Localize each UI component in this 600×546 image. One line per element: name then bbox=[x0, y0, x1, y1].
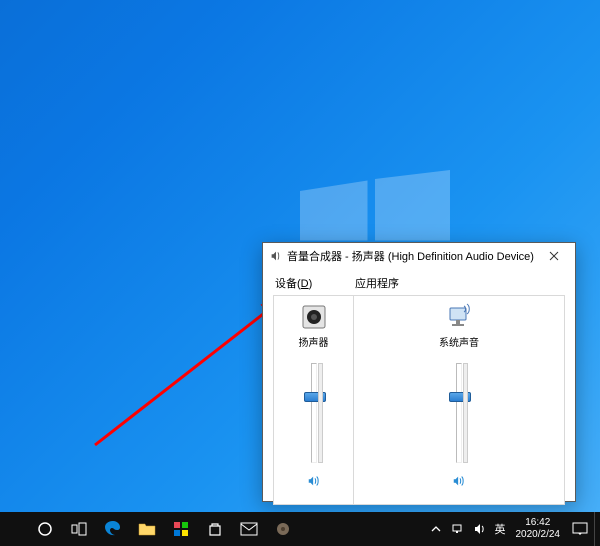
volume-tray-icon[interactable] bbox=[469, 512, 491, 546]
edge-browser-button[interactable] bbox=[96, 512, 130, 546]
speaker-device-icon[interactable] bbox=[299, 302, 329, 332]
volume-slider-system[interactable] bbox=[439, 363, 479, 463]
taskbar-clock[interactable]: 16:42 2020/2/24 bbox=[510, 517, 567, 541]
action-center-button[interactable] bbox=[566, 512, 594, 546]
tray-overflow-button[interactable] bbox=[425, 512, 447, 546]
mail-button[interactable] bbox=[232, 512, 266, 546]
device-channel-speakers: 扬声器 bbox=[282, 302, 346, 504]
taskbar: 英 16:42 2020/2/24 bbox=[0, 512, 600, 546]
ime-indicator[interactable]: 英 bbox=[491, 521, 510, 537]
show-desktop-button[interactable] bbox=[594, 512, 600, 546]
mute-button-device[interactable] bbox=[303, 471, 325, 491]
task-view-button[interactable] bbox=[62, 512, 96, 546]
file-explorer-button[interactable] bbox=[130, 512, 164, 546]
window-title: 音量合成器 - 扬声器 (High Definition Audio Devic… bbox=[287, 248, 537, 264]
network-icon[interactable] bbox=[447, 512, 469, 546]
speaker-icon bbox=[269, 249, 283, 263]
close-button[interactable] bbox=[537, 246, 571, 266]
window-titlebar[interactable]: 音量合成器 - 扬声器 (High Definition Audio Devic… bbox=[263, 243, 575, 269]
clock-time: 16:42 bbox=[516, 517, 561, 529]
apps-panel: 系统声音 bbox=[353, 295, 565, 505]
device-panel: 扬声器 bbox=[273, 295, 353, 505]
store-button[interactable] bbox=[198, 512, 232, 546]
mute-button-system[interactable] bbox=[448, 471, 470, 491]
channel-label: 扬声器 bbox=[299, 334, 329, 349]
start-tiles-button[interactable] bbox=[164, 512, 198, 546]
volume-slider-device[interactable] bbox=[294, 363, 334, 463]
mixer-body: 设备(D) 扬声器 bbox=[263, 269, 575, 515]
app-icon-disc[interactable] bbox=[266, 512, 300, 546]
volume-mixer-window: 音量合成器 - 扬声器 (High Definition Audio Devic… bbox=[262, 242, 576, 502]
system-sounds-icon[interactable] bbox=[444, 302, 474, 332]
app-channel-system-sounds: 系统声音 bbox=[427, 302, 491, 504]
device-section-header: 设备(D) bbox=[273, 275, 353, 291]
desktop-wallpaper: 音量合成器 - 扬声器 (High Definition Audio Devic… bbox=[0, 0, 600, 546]
clock-date: 2020/2/24 bbox=[516, 529, 561, 541]
channel-label: 系统声音 bbox=[439, 334, 479, 349]
apps-section-header: 应用程序 bbox=[353, 275, 565, 291]
cortana-button[interactable] bbox=[28, 512, 62, 546]
